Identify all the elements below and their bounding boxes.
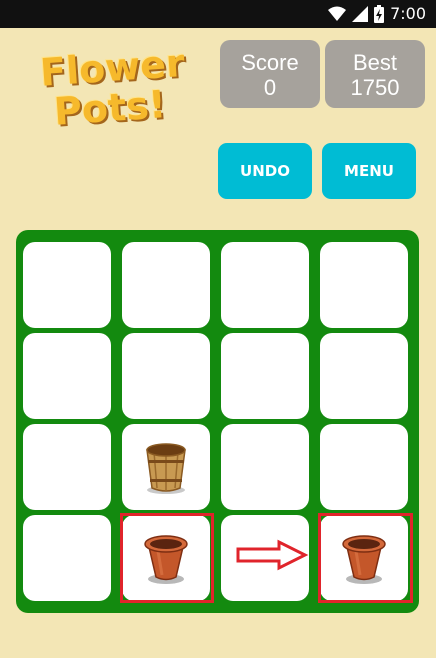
board-cell-r1c2[interactable]	[122, 242, 210, 328]
board-cell-r3c4[interactable]	[320, 424, 408, 510]
score-value: 0	[263, 75, 277, 100]
game-logo: Flower Pots!	[39, 41, 186, 138]
battery-charging-icon	[374, 4, 385, 23]
status-time: 7:00	[390, 4, 426, 23]
board-cell-r1c1[interactable]	[23, 242, 111, 328]
game-board	[16, 230, 419, 613]
board-cell-r2c2[interactable]	[122, 333, 210, 419]
board-cell-r3c3[interactable]	[221, 424, 309, 510]
signal-icon	[352, 5, 369, 22]
board-cell-r3c2[interactable]	[122, 424, 210, 510]
logo-line-2: Pots!	[52, 82, 168, 134]
best-score-box: Best 1750	[325, 40, 425, 108]
board-cell-r1c4[interactable]	[320, 242, 408, 328]
board-cell-r1c3[interactable]	[221, 242, 309, 328]
hint-highlight-source	[120, 513, 214, 603]
score-label: Score	[241, 50, 299, 75]
wooden-bucket-icon	[146, 443, 186, 494]
undo-button[interactable]: UNDO	[218, 143, 312, 199]
wifi-icon	[328, 6, 347, 21]
board-cell-r4c3[interactable]	[221, 515, 309, 601]
score-box: Score 0	[220, 40, 320, 108]
board-cell-r2c4[interactable]	[320, 333, 408, 419]
status-bar: 7:00	[0, 0, 436, 28]
best-label: Best	[352, 50, 398, 75]
board-cell-r3c1[interactable]	[23, 424, 111, 510]
best-value: 1750	[350, 75, 400, 100]
board-cell-r4c1[interactable]	[23, 515, 111, 601]
hint-highlight-target	[318, 513, 413, 603]
board-cell-r2c3[interactable]	[221, 333, 309, 419]
board-cell-r2c1[interactable]	[23, 333, 111, 419]
right-arrow-icon	[236, 539, 309, 571]
menu-button[interactable]: MENU	[322, 143, 416, 199]
